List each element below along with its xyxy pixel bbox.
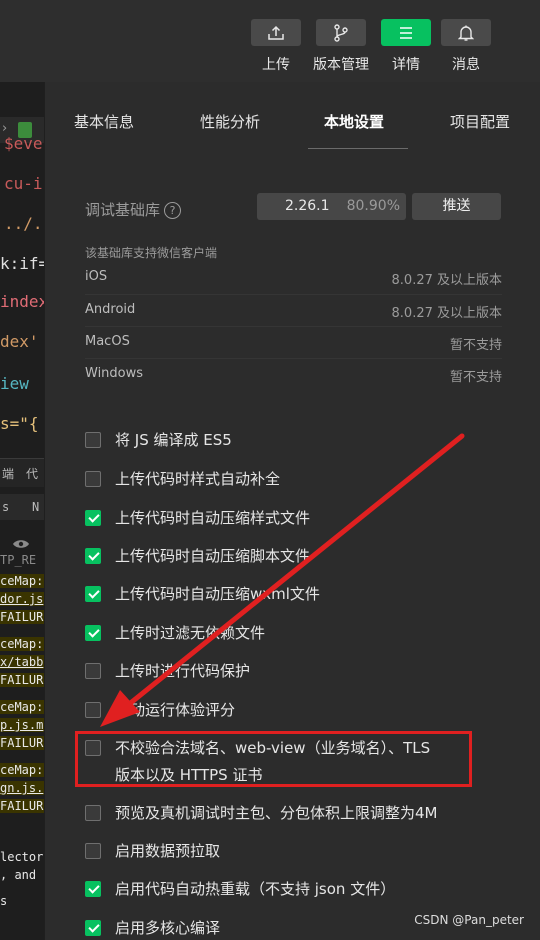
option-label: 启用多核心编译 [115,919,221,937]
platform-name: Android [85,302,136,317]
checkbox[interactable] [85,432,101,448]
checkbox[interactable] [85,805,101,821]
console-line: TP_RE [0,553,37,567]
tab-local-settings[interactable]: 本地设置 [324,111,384,132]
console-line: ceMap: [0,637,44,651]
details-panel: 基本信息 性能分析 本地设置 项目配置 调试基础库? 2.26.1 80.90%… [44,82,540,940]
push-button[interactable]: 推送 [412,193,501,220]
base-library-select[interactable]: 2.26.1 80.90% [257,193,406,220]
support-row: Android 8.0.27 及以上版本 [85,294,502,327]
platform-name: MacOS [85,334,130,349]
console-line: FAILUR [0,736,44,750]
code-line: cu-i [4,174,43,193]
checkbox[interactable] [85,586,101,602]
support-row: Windows 暂不支持 [85,358,502,391]
upload-button[interactable]: 上传 [251,19,301,74]
checkbox[interactable] [85,663,101,679]
platform-name: iOS [85,269,108,284]
code-line: ../. [4,214,43,233]
panel-tab[interactable]: 代 [26,465,44,482]
console-line: ceMap: [0,574,44,588]
checkbox[interactable] [85,881,101,897]
code-line: iew [0,374,29,393]
checkbox[interactable] [85,920,101,936]
platform-value: 暂不支持 [449,338,502,353]
console-line: FAILUR [0,673,44,687]
upload-icon [251,19,301,46]
panel-tabs: 基本信息 性能分析 本地设置 项目配置 [45,82,540,152]
details-button[interactable]: 详情 [381,19,431,74]
console-line[interactable]: x/tabb [0,655,44,669]
messages-button[interactable]: 消息 [441,19,491,74]
code-line: s="{ [0,414,39,433]
console-toolbar-text: N [32,500,40,514]
upload-label: 上传 [262,57,290,73]
option-label: 上传代码时样式自动补全 [115,470,281,488]
console-line: , and [0,868,37,882]
code-editor: › $eve cu-i ../. k:if= index dex' iew s=… [0,82,44,940]
console-line[interactable]: p.js.m [0,718,44,732]
branch-icon [316,19,366,46]
tab-performance[interactable]: 性能分析 [200,111,260,132]
checkbox[interactable] [85,548,101,564]
console-line: lector [0,850,44,864]
code-line: $eve [4,134,43,153]
option-label: 上传代码时自动压缩脚本文件 [115,547,311,565]
help-icon[interactable]: ? [164,202,182,219]
platform-name: Windows [85,366,144,381]
console-line: FAILUR [0,610,44,624]
platform-value: 暂不支持 [449,370,502,385]
console-line: ceMap: [0,700,44,714]
tab-project-config[interactable]: 项目配置 [450,111,510,132]
menu-icon [381,19,431,46]
messages-label: 消息 [452,57,480,73]
option-label: 预览及真机调试时主包、分包体积上限调整为4M [115,804,438,822]
option-label: 启用数据预拉取 [115,842,221,860]
console-line: s [0,894,8,908]
option-label: 自动运行体验评分 [115,701,236,719]
panel-tabs: 端 代 [0,458,44,487]
checkbox[interactable] [85,510,101,526]
console-toolbar: s N [0,494,44,520]
code-line: index [0,292,44,311]
option-label: 上传代码时自动压缩样式文件 [115,509,311,527]
console-line: FAILUR [0,799,44,813]
option-label: 上传时进行代码保护 [115,662,251,680]
watermark: CSDN @Pan_peter [414,913,524,927]
details-label: 详情 [392,57,420,73]
option-label: 上传时过滤无依赖文件 [115,624,266,642]
library-version: 2.26.1 [285,198,330,214]
base-library-label: 调试基础库? [85,199,182,220]
option-label: 启用代码自动热重载（不支持 json 文件） [115,880,396,898]
support-row: iOS 8.0.27 及以上版本 [85,262,502,294]
platform-value: 8.0.27 及以上版本 [391,306,502,321]
code-line: k:if= [0,254,44,273]
library-percent: 80.90% [346,198,400,214]
active-tab-indicator [308,148,408,149]
checkbox[interactable] [85,471,101,487]
tab-basic-info[interactable]: 基本信息 [74,111,134,132]
base-library-text: 调试基础库 [85,201,161,219]
checkbox[interactable] [85,843,101,859]
console-line[interactable]: dor.js [0,592,44,606]
option-label: 上传代码时自动压缩wxml文件 [115,585,320,603]
highlight-box [75,731,472,787]
checkbox[interactable] [85,625,101,641]
support-row: MacOS 暂不支持 [85,326,502,359]
checkbox[interactable] [85,702,101,718]
version-button[interactable]: 版本管理 [310,19,372,74]
code-line: dex' [0,332,39,351]
eye-icon[interactable] [12,535,29,548]
support-title: 该基础库支持微信客户端 [85,246,218,260]
platform-value: 8.0.27 及以上版本 [391,273,502,288]
version-label: 版本管理 [313,57,369,73]
console-line[interactable]: gn.js. [0,781,44,795]
bell-icon [441,19,491,46]
option-label: 将 JS 编译成 ES5 [115,431,232,449]
console-line: ceMap: [0,763,44,777]
top-toolbar: 上传 版本管理 详情 消息 [0,0,540,83]
